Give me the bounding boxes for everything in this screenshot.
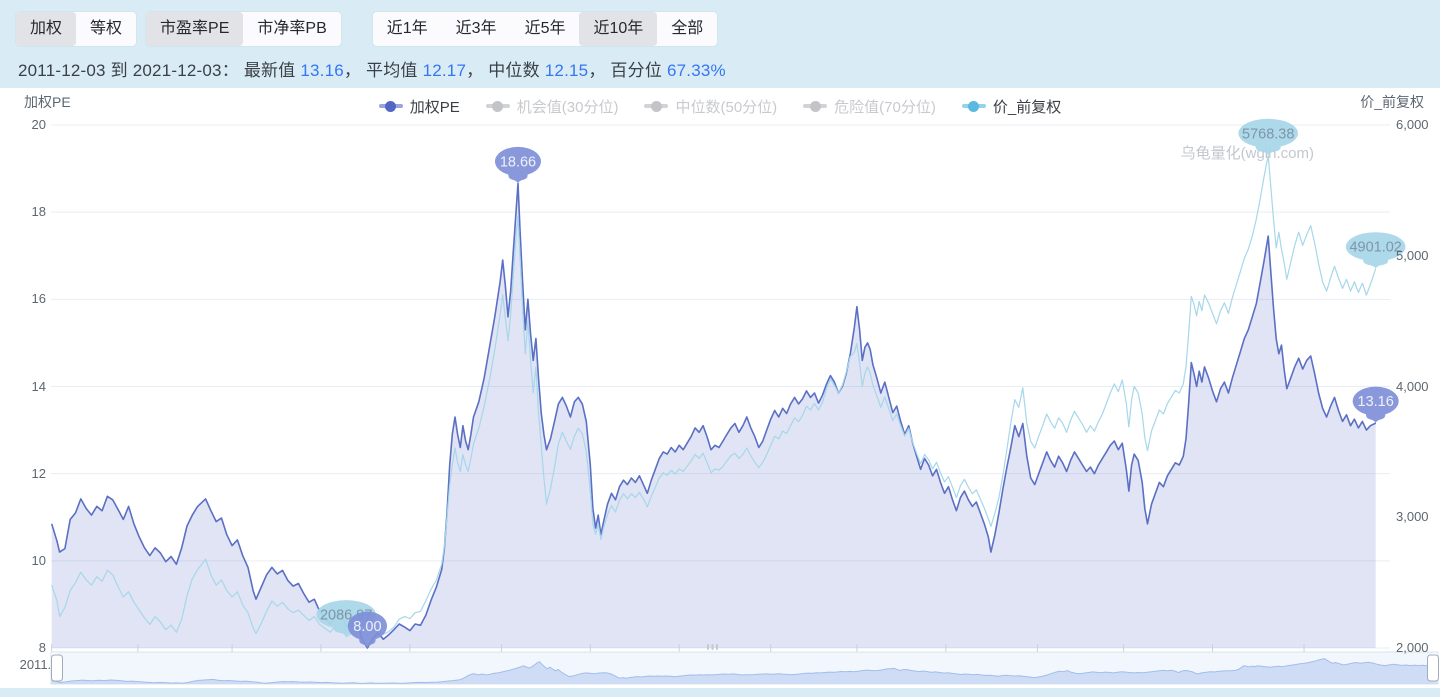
price-max-marker-label: 5768.38 — [1242, 126, 1294, 142]
pe-last-marker-label: 13.16 — [1358, 394, 1394, 410]
left-axis-tick-label: 16 — [0, 291, 46, 306]
toolbar-button-近3年[interactable]: 近3年 — [442, 12, 511, 46]
summary-label: 最新值 — [244, 61, 301, 80]
button-group-weight-toggle: 加权等权 — [16, 12, 136, 46]
left-axis-tick-label: 14 — [0, 379, 46, 394]
right-axis-tick-label: 3,000 — [1396, 509, 1429, 524]
toolbar-button-全部[interactable]: 全部 — [657, 12, 717, 46]
toolbar-button-近5年[interactable]: 近5年 — [511, 12, 580, 46]
summary-label: 2011-12-03 到 2021-12-03： — [18, 61, 244, 80]
summary-label: ， 平均值 — [344, 61, 423, 80]
navigator-selected-range[interactable] — [57, 652, 1433, 684]
right-axis-tick-label: 2,000 — [1396, 640, 1429, 655]
chart-card: 加权PE 价_前复权 加权PE机会值(30分位)中位数(50分位)危险值(70分… — [0, 88, 1440, 688]
price-last-marker-label: 4901.02 — [1349, 240, 1401, 256]
navigator-grip-icon[interactable] — [712, 644, 714, 650]
navigator-grip-icon[interactable] — [707, 644, 709, 650]
summary-value: 13.16 — [300, 61, 344, 80]
navigator-grip-icon[interactable] — [716, 644, 718, 650]
chart-canvas: 2011.12.082012.08.022013.04.182013.12.19… — [0, 88, 1440, 688]
left-axis-tick-label: 20 — [0, 117, 46, 132]
left-axis-tick-label: 12 — [0, 466, 46, 481]
pe-max-marker-label: 18.66 — [500, 154, 536, 170]
right-axis-tick-label: 6,000 — [1396, 117, 1429, 132]
summary-value: 12.17 — [423, 61, 467, 80]
button-group-range-toggle: 近1年近3年近5年近10年全部 — [373, 12, 718, 46]
toolbar-button-市净率PB[interactable]: 市净率PB — [243, 12, 340, 46]
summary-value: 67.33% — [667, 61, 726, 80]
button-group-metric-toggle: 市盈率PE市净率PB — [146, 12, 341, 46]
toolbar-button-市盈率PE[interactable]: 市盈率PE — [146, 12, 243, 46]
summary-label: ， 中位数 — [466, 61, 545, 80]
right-axis-tick-label: 5,000 — [1396, 248, 1429, 263]
navigator-left-handle[interactable] — [52, 655, 63, 681]
navigator-right-handle[interactable] — [1428, 655, 1439, 681]
right-axis-tick-label: 4,000 — [1396, 379, 1429, 394]
left-axis-tick-label: 10 — [0, 553, 46, 568]
summary-line: 2011-12-03 到 2021-12-03： 最新值 13.16， 平均值 … — [18, 56, 726, 81]
toolbar-button-加权[interactable]: 加权 — [16, 12, 76, 46]
toolbar: 加权等权市盈率PE市净率PB 近1年近3年近5年近10年全部 — [16, 12, 727, 46]
toolbar-button-等权[interactable]: 等权 — [76, 12, 136, 46]
toolbar-button-近10年[interactable]: 近10年 — [579, 12, 657, 46]
left-axis-tick-label: 8 — [0, 640, 46, 655]
left-axis-tick-label: 18 — [0, 204, 46, 219]
toolbar-button-近1年[interactable]: 近1年 — [373, 12, 442, 46]
summary-label: ， 百分位 — [588, 61, 667, 80]
summary-value: 12.15 — [545, 61, 589, 80]
pe-min-marker-label: 8.00 — [353, 619, 381, 635]
